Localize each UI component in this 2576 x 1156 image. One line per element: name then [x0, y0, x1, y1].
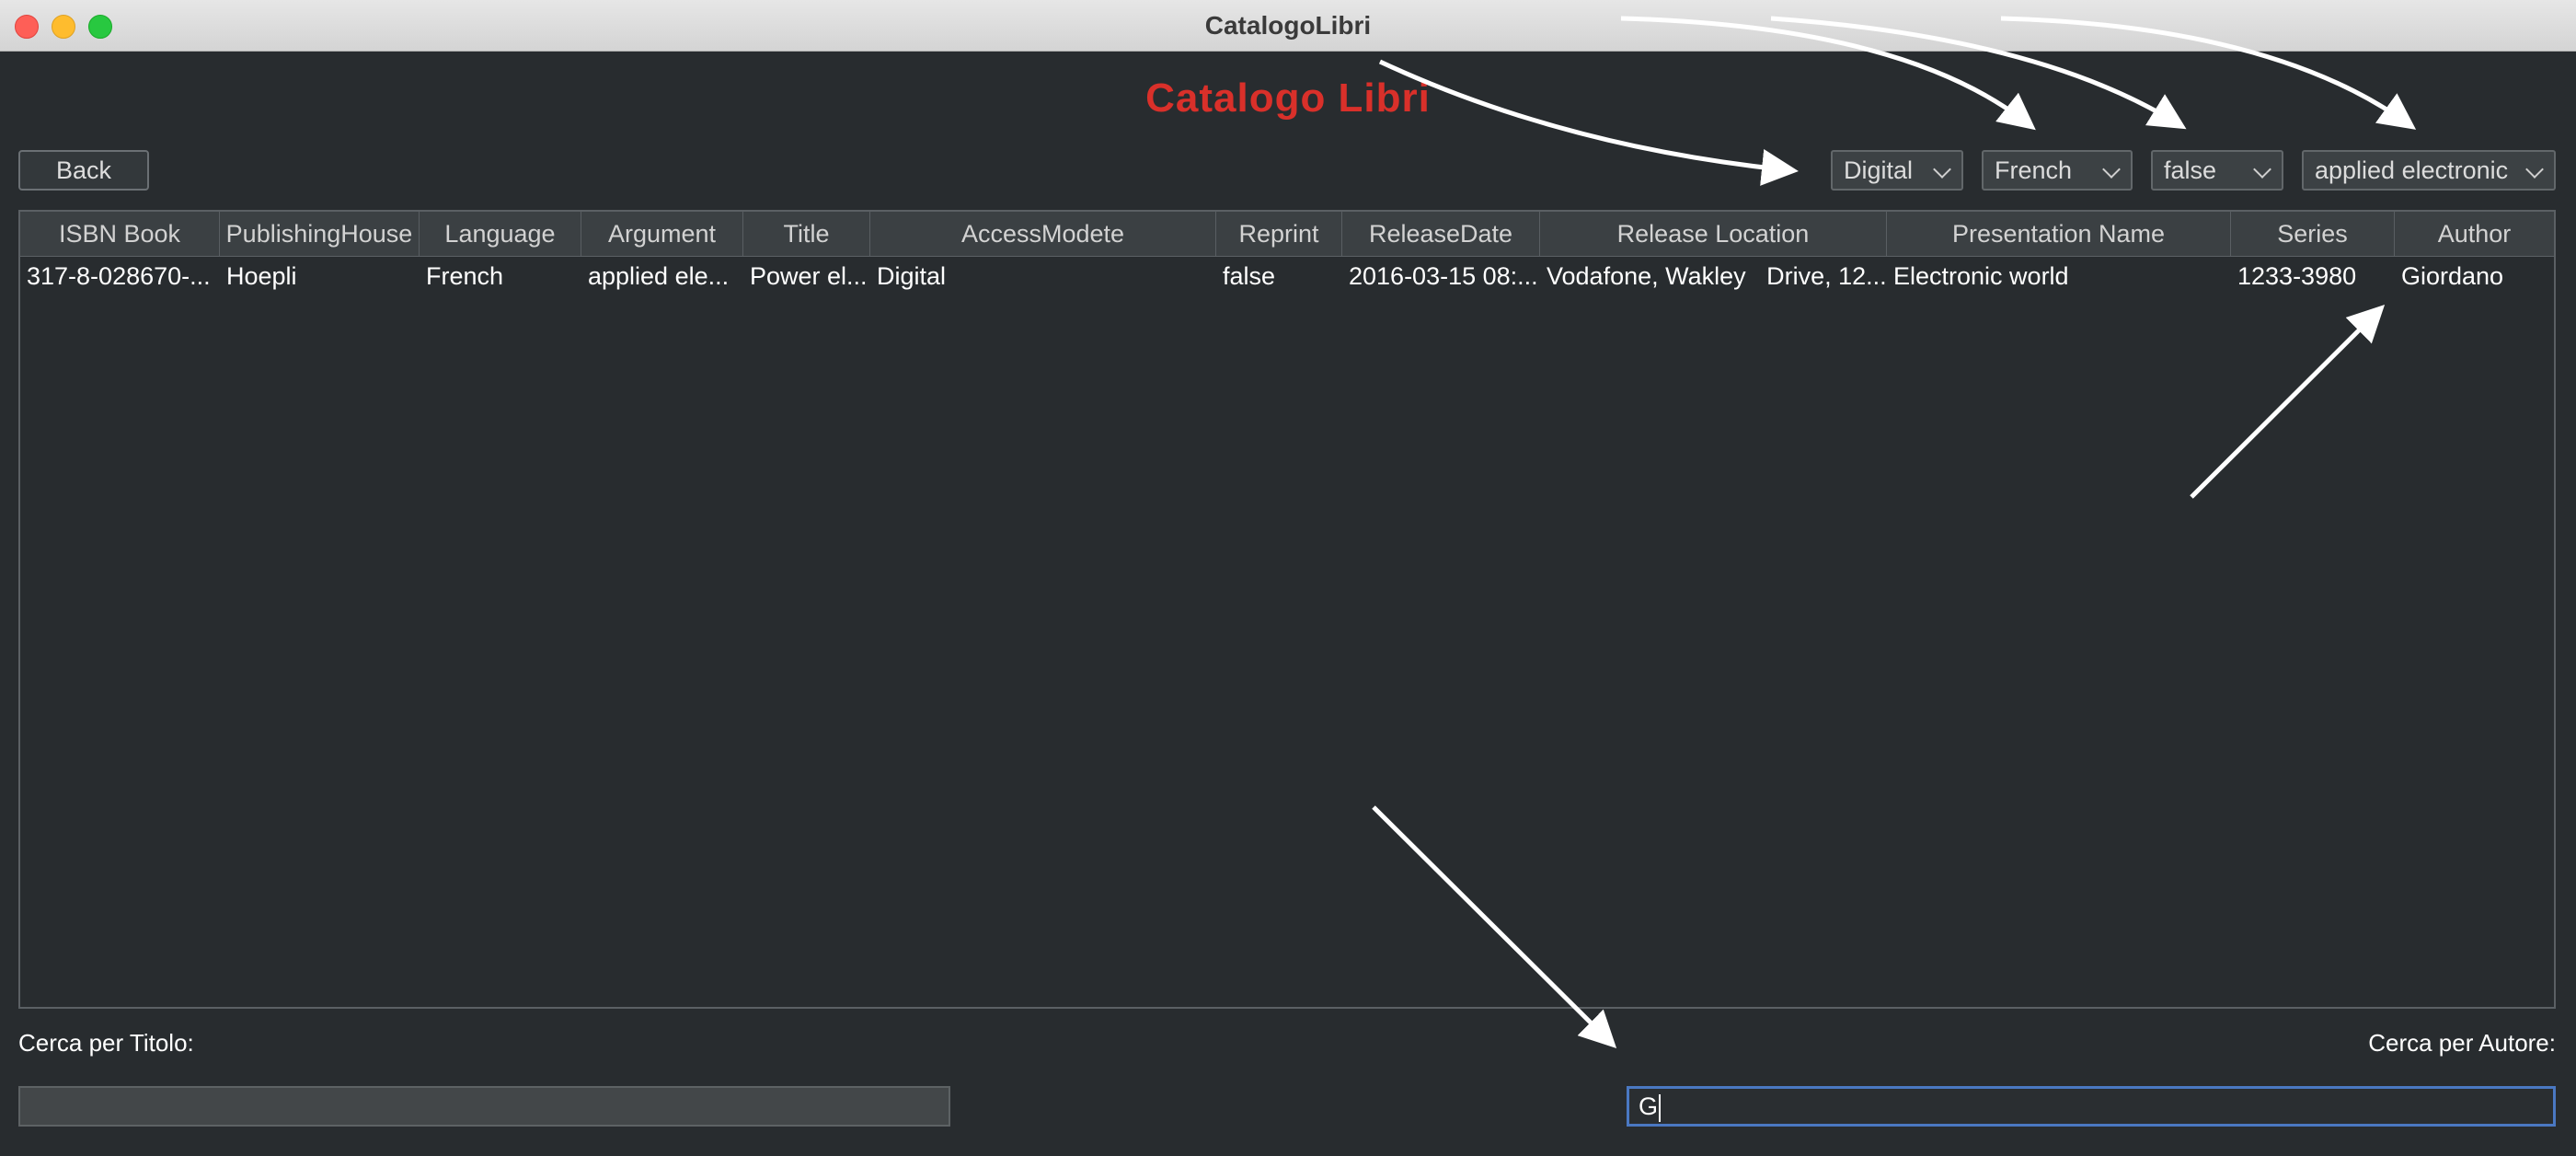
- filter-reprint-value: false: [2164, 156, 2217, 184]
- filter-language-value: French: [1995, 156, 2073, 184]
- cell-title: Power el...: [750, 262, 868, 290]
- cell-presentation-name: Electronic world: [1893, 262, 2069, 290]
- column-header-reprint[interactable]: Reprint: [1216, 212, 1342, 256]
- column-header-isbn[interactable]: ISBN Book: [20, 212, 220, 256]
- cell-argument: applied ele...: [588, 262, 730, 290]
- cell-release-date: 2016-03-15 08:...: [1349, 262, 1538, 290]
- column-header-release-date[interactable]: ReleaseDate: [1342, 212, 1540, 256]
- filter-argument-value: applied electronic: [2315, 156, 2509, 184]
- back-button[interactable]: Back: [18, 150, 149, 191]
- cell-reprint: false: [1223, 262, 1276, 290]
- search-author-value: G: [1639, 1092, 1659, 1120]
- column-header-series[interactable]: Series: [2231, 212, 2395, 256]
- page-title: Catalogo Libri: [1145, 75, 1431, 121]
- cell-release-location: Vodafone, Wakley Drive, 12...: [1547, 262, 1887, 290]
- search-title-input[interactable]: [18, 1086, 950, 1127]
- cell-author: Giordano: [2401, 262, 2504, 290]
- filter-access-mode-value: Digital: [1844, 156, 1914, 184]
- column-header-presentation-name[interactable]: Presentation Name: [1887, 212, 2231, 256]
- filter-reprint[interactable]: false: [2151, 150, 2283, 191]
- column-header-publishing-house[interactable]: PublishingHouse: [220, 212, 420, 256]
- window-titlebar: CatalogoLibri: [0, 0, 2576, 52]
- filter-access-mode[interactable]: Digital: [1831, 150, 1963, 191]
- cell-series: 1233-3980: [2237, 262, 2357, 290]
- cell-language: French: [426, 262, 504, 290]
- filter-language[interactable]: French: [1982, 150, 2133, 191]
- table-header: ISBN Book PublishingHouse Language Argum…: [20, 212, 2554, 257]
- cell-access-mode: Digital: [877, 262, 947, 290]
- window-title: CatalogoLibri: [1204, 11, 1372, 40]
- search-author-input[interactable]: G: [1627, 1086, 2556, 1127]
- column-header-language[interactable]: Language: [420, 212, 581, 256]
- search-author-label: Cerca per Autore:: [2368, 1029, 2556, 1057]
- column-header-argument[interactable]: Argument: [581, 212, 743, 256]
- column-header-title[interactable]: Title: [743, 212, 870, 256]
- chevron-down-icon: [2102, 160, 2121, 179]
- column-header-release-location[interactable]: Release Location: [1540, 212, 1887, 256]
- books-table[interactable]: ISBN Book PublishingHouse Language Argum…: [18, 210, 2556, 1009]
- table-row[interactable]: 317-8-028670-... Hoepli French applied e…: [20, 256, 2554, 296]
- cell-isbn: 317-8-028670-...: [27, 262, 211, 290]
- filter-argument[interactable]: applied electronic: [2302, 150, 2556, 191]
- column-header-access-mode[interactable]: AccessModete: [870, 212, 1216, 256]
- text-caret: [1659, 1093, 1662, 1122]
- chevron-down-icon: [1933, 160, 1951, 179]
- search-title-label: Cerca per Titolo:: [18, 1029, 194, 1057]
- chevron-down-icon: [2525, 160, 2544, 179]
- column-header-author[interactable]: Author: [2395, 212, 2554, 256]
- cell-publishing-house: Hoepli: [226, 262, 297, 290]
- chevron-down-icon: [2253, 160, 2271, 179]
